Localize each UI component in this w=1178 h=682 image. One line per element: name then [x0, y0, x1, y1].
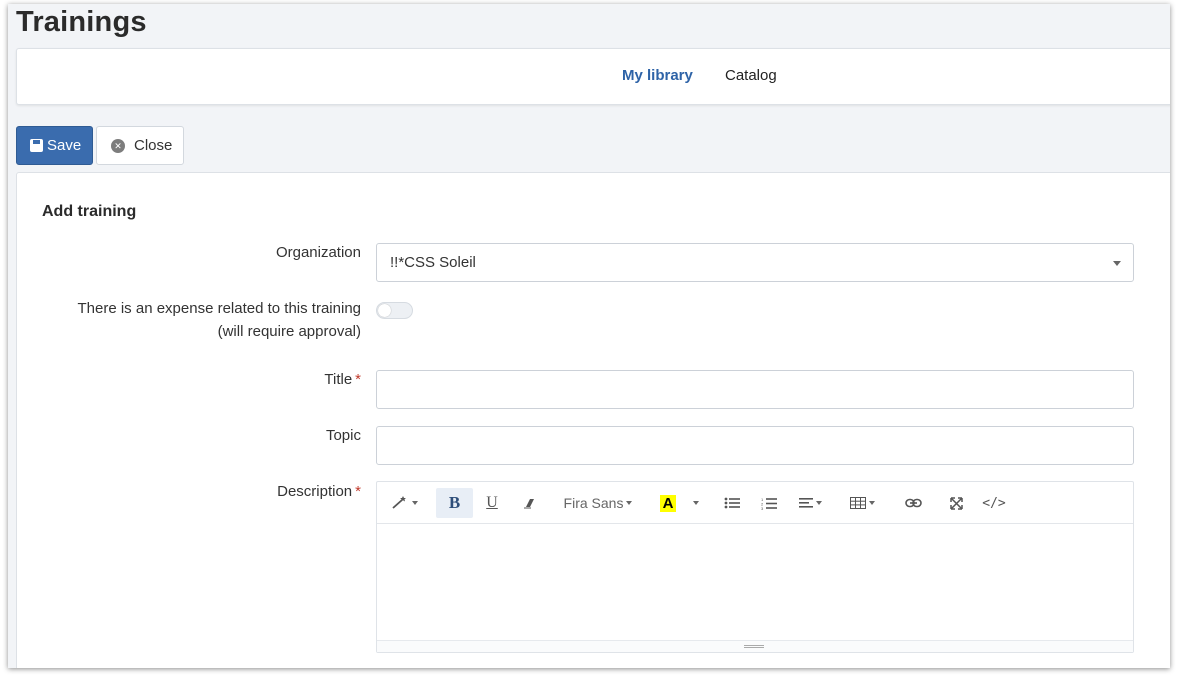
resize-handle-icon[interactable]: [744, 645, 764, 648]
highlight-color-icon[interactable]: A: [655, 488, 681, 518]
fullscreen-icon[interactable]: [941, 488, 971, 518]
required-marker: *: [355, 371, 361, 388]
close-button-label: Close: [134, 137, 173, 154]
expense-label-line2: (will require approval): [217, 323, 361, 340]
close-icon: ✕: [111, 138, 125, 153]
underline-icon[interactable]: U: [477, 488, 507, 518]
title-label-text: Title: [324, 371, 353, 388]
save-button[interactable]: Save: [16, 126, 93, 165]
tab-my-library[interactable]: My library: [622, 67, 693, 84]
svg-text:3: 3: [761, 506, 764, 510]
highlight-glyph: A: [659, 494, 677, 512]
tabs-bar: My library Catalog: [16, 48, 1170, 105]
editor-toolbar: B U Fira Sans A 123 </>: [377, 482, 1133, 524]
section-title: Add training: [42, 203, 137, 220]
topic-label: Topic: [325, 427, 361, 444]
close-button[interactable]: ✕ Close: [96, 126, 184, 165]
chevron-down-icon: [1113, 261, 1121, 266]
expense-label-line1: There is an expense related to this trai…: [77, 300, 362, 317]
color-caret-icon[interactable]: [685, 488, 703, 518]
table-icon[interactable]: [845, 488, 879, 518]
align-icon[interactable]: [793, 488, 827, 518]
required-marker: *: [355, 483, 361, 500]
add-training-form: Add training Organization !!*CSS Soleil …: [16, 172, 1170, 668]
editor-statusbar: [377, 640, 1133, 652]
rich-text-editor: B U Fira Sans A 123 </>: [376, 481, 1134, 653]
app-frame: Trainings My library Catalog Save ✕ Clos…: [8, 4, 1170, 668]
link-icon[interactable]: [898, 488, 928, 518]
code-view-icon[interactable]: </>: [978, 488, 1010, 518]
bullet-list-icon[interactable]: [718, 488, 746, 518]
magic-icon[interactable]: [387, 488, 421, 518]
expense-label: There is an expense related to this trai…: [78, 297, 362, 343]
description-label-text: Description: [277, 483, 353, 500]
organization-value: !!*CSS Soleil: [390, 254, 476, 271]
save-button-label: Save: [47, 137, 82, 154]
title-label: Title *: [324, 368, 361, 391]
description-label: Description *: [277, 480, 361, 503]
editor-content-area[interactable]: [377, 524, 1133, 641]
organization-select[interactable]: !!*CSS Soleil: [376, 243, 1134, 282]
page-title: Trainings: [16, 6, 147, 38]
tab-catalog[interactable]: Catalog: [725, 67, 777, 84]
topic-input[interactable]: [376, 426, 1134, 465]
expense-toggle[interactable]: [376, 302, 413, 319]
font-family-label: Fira Sans: [563, 495, 624, 511]
floppy-disk-icon: [30, 139, 43, 152]
bold-icon[interactable]: B: [436, 488, 473, 518]
eraser-icon[interactable]: [514, 488, 544, 518]
toggle-knob: [378, 304, 391, 317]
font-family-icon[interactable]: Fira Sans: [560, 488, 636, 518]
title-input[interactable]: [376, 370, 1134, 409]
numbered-list-icon[interactable]: 123: [755, 488, 783, 518]
organization-label: Organization: [275, 244, 361, 261]
